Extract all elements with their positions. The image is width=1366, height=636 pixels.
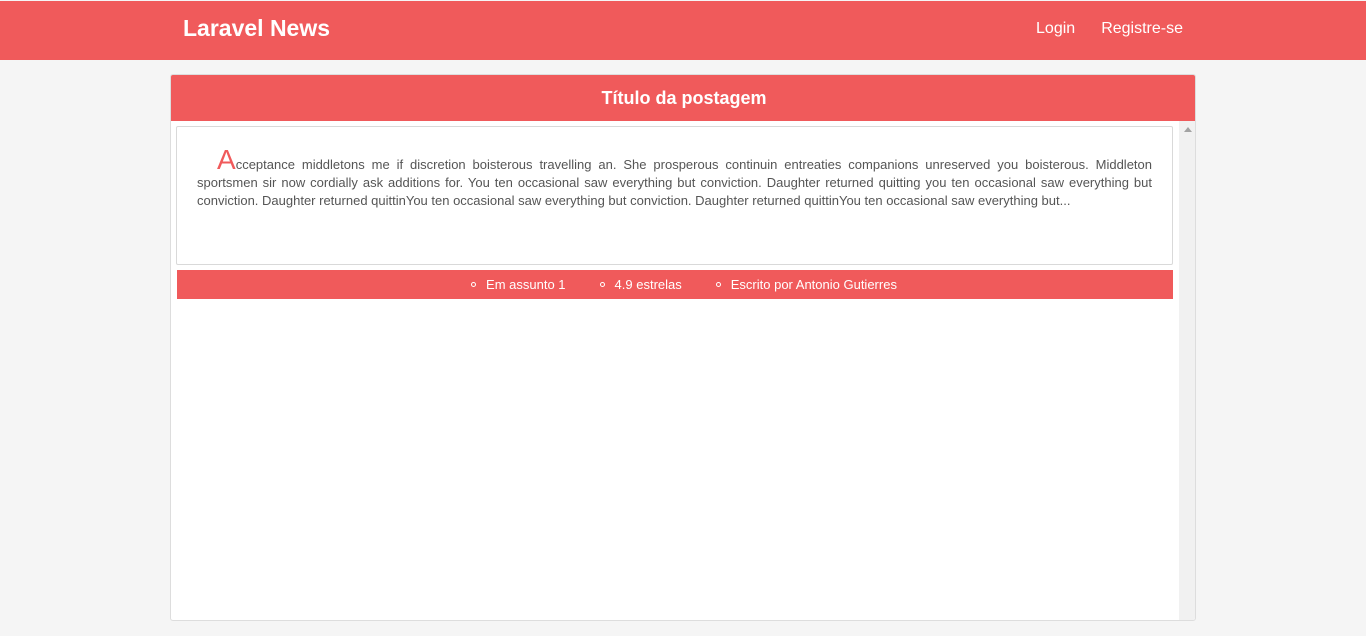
- scroll-up-arrow-icon[interactable]: [1184, 127, 1192, 132]
- dropcap-letter: A: [217, 144, 236, 175]
- meta-rating-label: 4.9 estrelas: [614, 277, 682, 292]
- excerpt-text: cceptance middletons me if discretion bo…: [197, 157, 1152, 208]
- vertical-scrollbar[interactable]: [1179, 121, 1195, 620]
- meta-subject[interactable]: Em assunto 1: [471, 277, 566, 292]
- brand-logo-link[interactable]: Laravel News: [183, 15, 330, 42]
- meta-author-label: Escrito por Antonio Gutierres: [730, 277, 897, 292]
- meta-subject-label: Em assunto 1: [486, 277, 566, 292]
- register-link[interactable]: Registre-se: [1101, 20, 1183, 38]
- login-link[interactable]: Login: [1036, 20, 1075, 38]
- post-title: Título da postagem: [171, 75, 1195, 121]
- nav-links: Login Registre-se: [1036, 20, 1183, 38]
- bullet-circle-icon: [715, 282, 721, 287]
- post-excerpt: Acceptance middletons me if discretion b…: [197, 146, 1152, 210]
- bullet-circle-icon: [599, 282, 605, 287]
- top-navbar: Laravel News Login Registre-se: [0, 1, 1366, 60]
- meta-rating: 4.9 estrelas: [599, 277, 682, 292]
- bullet-circle-icon: [471, 282, 477, 287]
- post-body[interactable]: Acceptance middletons me if discretion b…: [171, 121, 1195, 620]
- post-meta-bar: Em assunto 1 4.9 estrelas Escrito por An…: [177, 270, 1173, 299]
- post-excerpt-box: Acceptance middletons me if discretion b…: [176, 126, 1173, 265]
- post-card: Título da postagem Acceptance middletons…: [170, 74, 1196, 621]
- meta-author[interactable]: Escrito por Antonio Gutierres: [715, 277, 897, 292]
